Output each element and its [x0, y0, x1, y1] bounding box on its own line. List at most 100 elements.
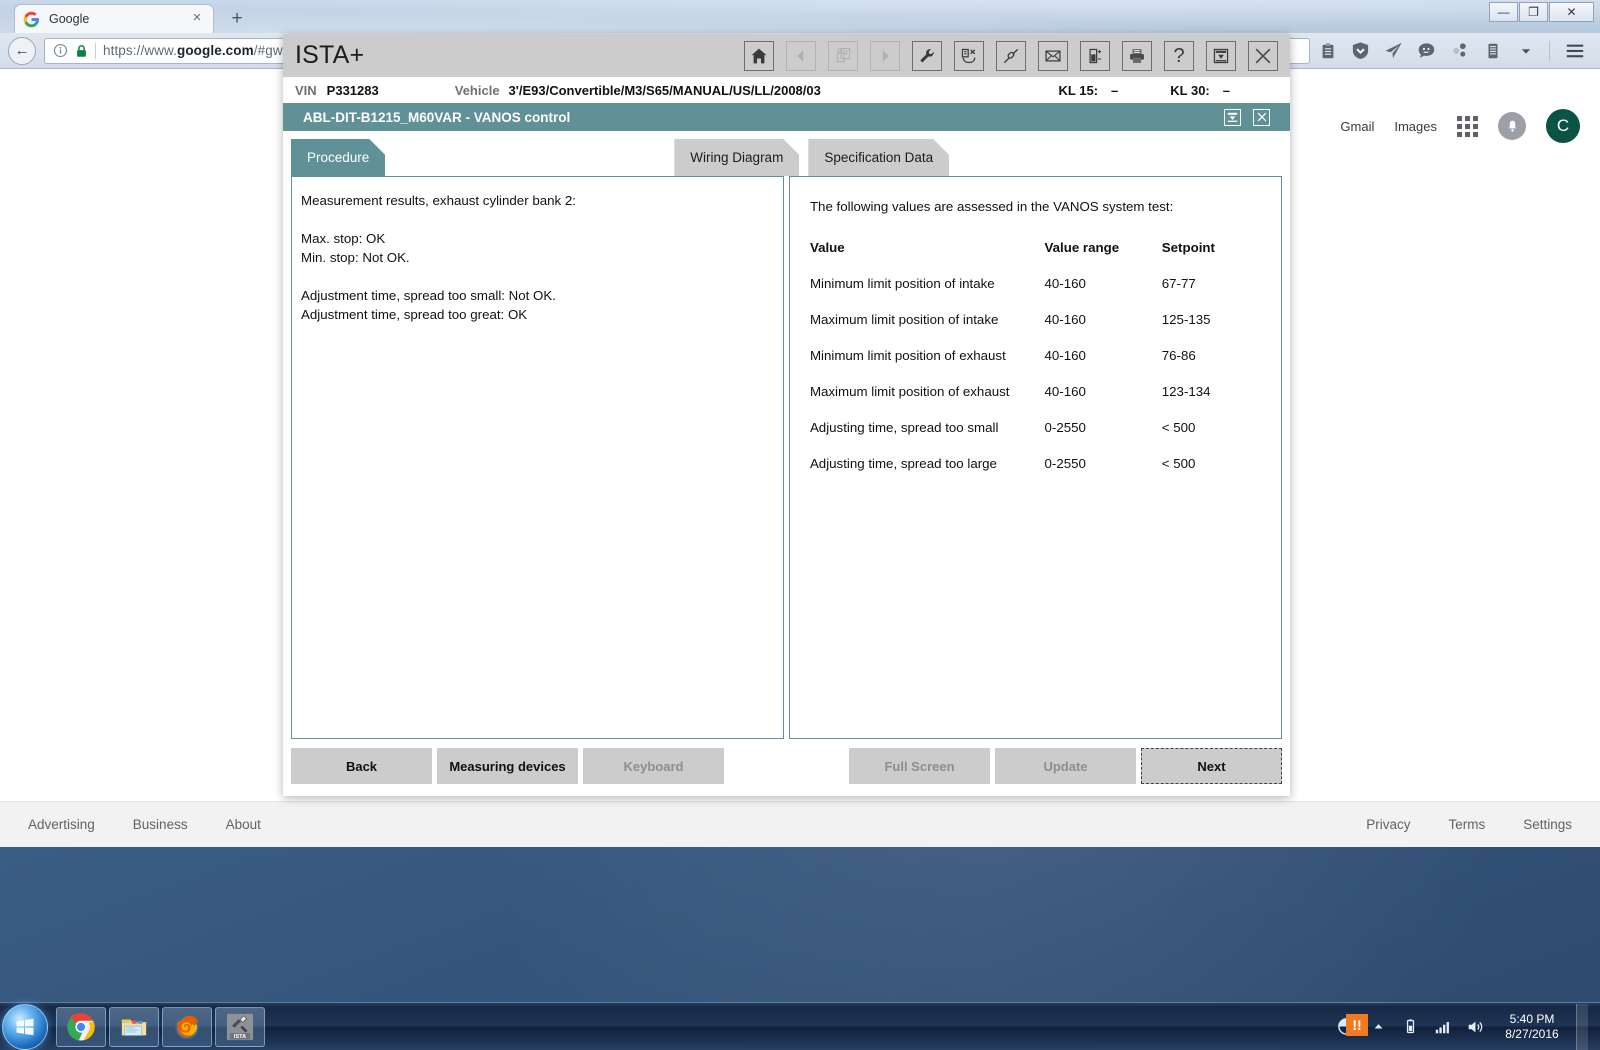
browser-tab-google[interactable]: Google × — [14, 4, 214, 33]
cell-value-range: 0-2550 — [1044, 420, 1086, 435]
signal-bars-icon[interactable] — [1433, 1017, 1452, 1036]
ista-document-titlebar: ABL-DIT-B1215_M60VAR - VANOS control — [283, 103, 1290, 131]
printer-icon[interactable] — [1122, 40, 1152, 71]
footer-link-terms[interactable]: Terms — [1448, 817, 1485, 832]
tab-procedure[interactable]: Procedure — [291, 139, 385, 176]
paper-plane-icon[interactable] — [1384, 41, 1403, 60]
procedure-results-text: Measurement results, exhaust cylinder ba… — [301, 193, 576, 322]
ista-button-bar: Back Measuring devices Keyboard Full Scr… — [291, 739, 1282, 796]
taskbar-item-ista[interactable]: ISTA — [215, 1006, 265, 1047]
close-icon[interactable] — [1248, 40, 1278, 71]
hamburger-menu-icon[interactable] — [1564, 40, 1586, 62]
full-screen-button: Full Screen — [849, 748, 990, 784]
google-footer: Advertising Business About Privacy Terms… — [0, 801, 1600, 847]
ista-vehicle-bar: VIN P331283 Vehicle 3'/E93/Convertible/M… — [283, 77, 1290, 103]
gmail-link[interactable]: Gmail — [1340, 119, 1374, 134]
taskbar-item-explorer[interactable] — [109, 1006, 159, 1047]
delete-session-icon[interactable] — [954, 40, 984, 71]
ista-content-area: Procedure Wiring Diagram Specification D… — [283, 131, 1290, 796]
bell-icon[interactable] — [1498, 112, 1526, 140]
home-icon[interactable] — [744, 40, 774, 71]
cell-value-range: 40-160 — [1044, 348, 1086, 363]
browser-back-button[interactable]: ← — [8, 36, 36, 65]
window-maximize-button[interactable]: ❐ — [1519, 2, 1548, 22]
close-icon[interactable] — [1253, 108, 1270, 126]
mail-icon[interactable] — [1038, 40, 1068, 71]
cell-setpoint: 67-77 — [1161, 276, 1196, 291]
firefox-icon — [175, 1015, 199, 1039]
vehicle-label: Vehicle — [454, 82, 500, 98]
tab-specification-data[interactable]: Specification Data — [808, 139, 949, 176]
taskbar-item-chrome[interactable] — [56, 1006, 106, 1047]
ista-document-title: ABL-DIT-B1215_M60VAR - VANOS control — [303, 109, 571, 125]
taskbar-clock[interactable]: 5:40 PM 8/27/2016 — [1497, 1012, 1563, 1042]
plug-icon[interactable] — [996, 40, 1026, 71]
windows-start-icon[interactable] — [2, 1003, 48, 1050]
footer-link-privacy[interactable]: Privacy — [1366, 817, 1410, 832]
table-row: Adjusting time, spread too small 0-2550 … — [810, 420, 1261, 456]
window-close-button[interactable]: ✕ — [1549, 2, 1594, 22]
kl15-value: – — [1111, 82, 1119, 98]
next-button[interactable]: Next — [1141, 748, 1282, 784]
toolbar-divider — [1549, 40, 1550, 61]
action-center-icon[interactable]: !! — [1337, 1014, 1368, 1036]
wrench-icon[interactable] — [912, 40, 942, 71]
table-row: Maximum limit position of intake 40-160 … — [810, 312, 1261, 348]
update-button: Update — [995, 748, 1136, 784]
url-domain: google.com — [176, 43, 254, 58]
images-link[interactable]: Images — [1394, 119, 1437, 134]
ista-toolbar: ISTA+ ? — [283, 34, 1290, 77]
new-tab-button[interactable]: + — [226, 9, 248, 31]
vehicle-value: 3'/E93/Convertible/M3/S65/MANUAL/US/LL/2… — [508, 82, 821, 98]
cell-value: Adjusting time, spread too small — [809, 420, 999, 435]
kl30-label: KL 30: — [1170, 82, 1210, 98]
molecule-icon[interactable] — [1450, 41, 1469, 60]
battery-icon[interactable] — [1080, 40, 1110, 71]
warning-badge[interactable]: !! — [1346, 1014, 1368, 1036]
taskbar-item-firefox[interactable] — [162, 1006, 212, 1047]
table-row: Minimum limit position of intake 40-160 … — [810, 276, 1261, 312]
help-icon[interactable]: ? — [1164, 40, 1194, 71]
chat-bubble-icon[interactable] — [1417, 41, 1436, 60]
column-header-value: Value — [809, 240, 845, 255]
tab-wiring-diagram[interactable]: Wiring Diagram — [674, 139, 799, 176]
browser-tab-close-icon[interactable]: × — [189, 10, 205, 27]
lock-icon — [77, 44, 86, 57]
google-header-links: Gmail Images C — [1340, 109, 1580, 143]
show-desktop-button[interactable] — [1576, 1003, 1588, 1050]
minimize-box-icon[interactable] — [1206, 40, 1236, 71]
document-icon[interactable] — [1483, 41, 1502, 60]
clipboard-icon[interactable] — [1318, 41, 1337, 60]
apps-grid-icon[interactable] — [1457, 115, 1478, 137]
table-row: Minimum limit position of exhaust 40-160… — [810, 348, 1261, 384]
minimize-icon[interactable] — [1224, 108, 1241, 126]
ista-tab-row: Procedure Wiring Diagram Specification D… — [291, 139, 1282, 176]
specification-table: Value Value range Setpoint Minimum limit… — [810, 240, 1261, 492]
forward-arrow-icon — [870, 40, 900, 71]
tray-overflow-arrow-icon[interactable] — [1369, 1017, 1388, 1036]
footer-link-about[interactable]: About — [226, 817, 261, 832]
page-info-icon[interactable] — [53, 43, 68, 58]
cell-value: Maximum limit position of intake — [809, 312, 999, 327]
shield-down-icon[interactable] — [1351, 41, 1370, 60]
extension-icons — [1318, 40, 1592, 62]
tab-wiring-diagram-label: Wiring Diagram — [690, 150, 784, 165]
chevron-down-icon[interactable] — [1516, 41, 1535, 60]
footer-link-advertising[interactable]: Advertising — [28, 817, 95, 832]
clock-date: 8/27/2016 — [1505, 1026, 1559, 1041]
cell-value: Minimum limit position of intake — [809, 276, 995, 291]
footer-link-settings[interactable]: Settings — [1523, 817, 1572, 832]
google-icon — [23, 11, 39, 27]
browser-tab-title: Google — [49, 12, 90, 26]
address-bar-divider — [95, 42, 96, 59]
cell-value: Minimum limit position of exhaust — [809, 348, 1006, 363]
measuring-devices-button[interactable]: Measuring devices — [437, 748, 578, 784]
specification-intro-text: The following values are assessed in the… — [809, 199, 1174, 214]
system-tray: !! 5:40 PM 8/27/2016 — [1337, 1003, 1600, 1050]
window-minimize-button[interactable]: — — [1489, 2, 1518, 22]
volume-icon[interactable] — [1465, 1017, 1484, 1036]
back-button[interactable]: Back — [291, 748, 432, 784]
avatar[interactable]: C — [1546, 109, 1580, 143]
footer-link-business[interactable]: Business — [133, 817, 188, 832]
battery-icon[interactable] — [1401, 1017, 1420, 1036]
